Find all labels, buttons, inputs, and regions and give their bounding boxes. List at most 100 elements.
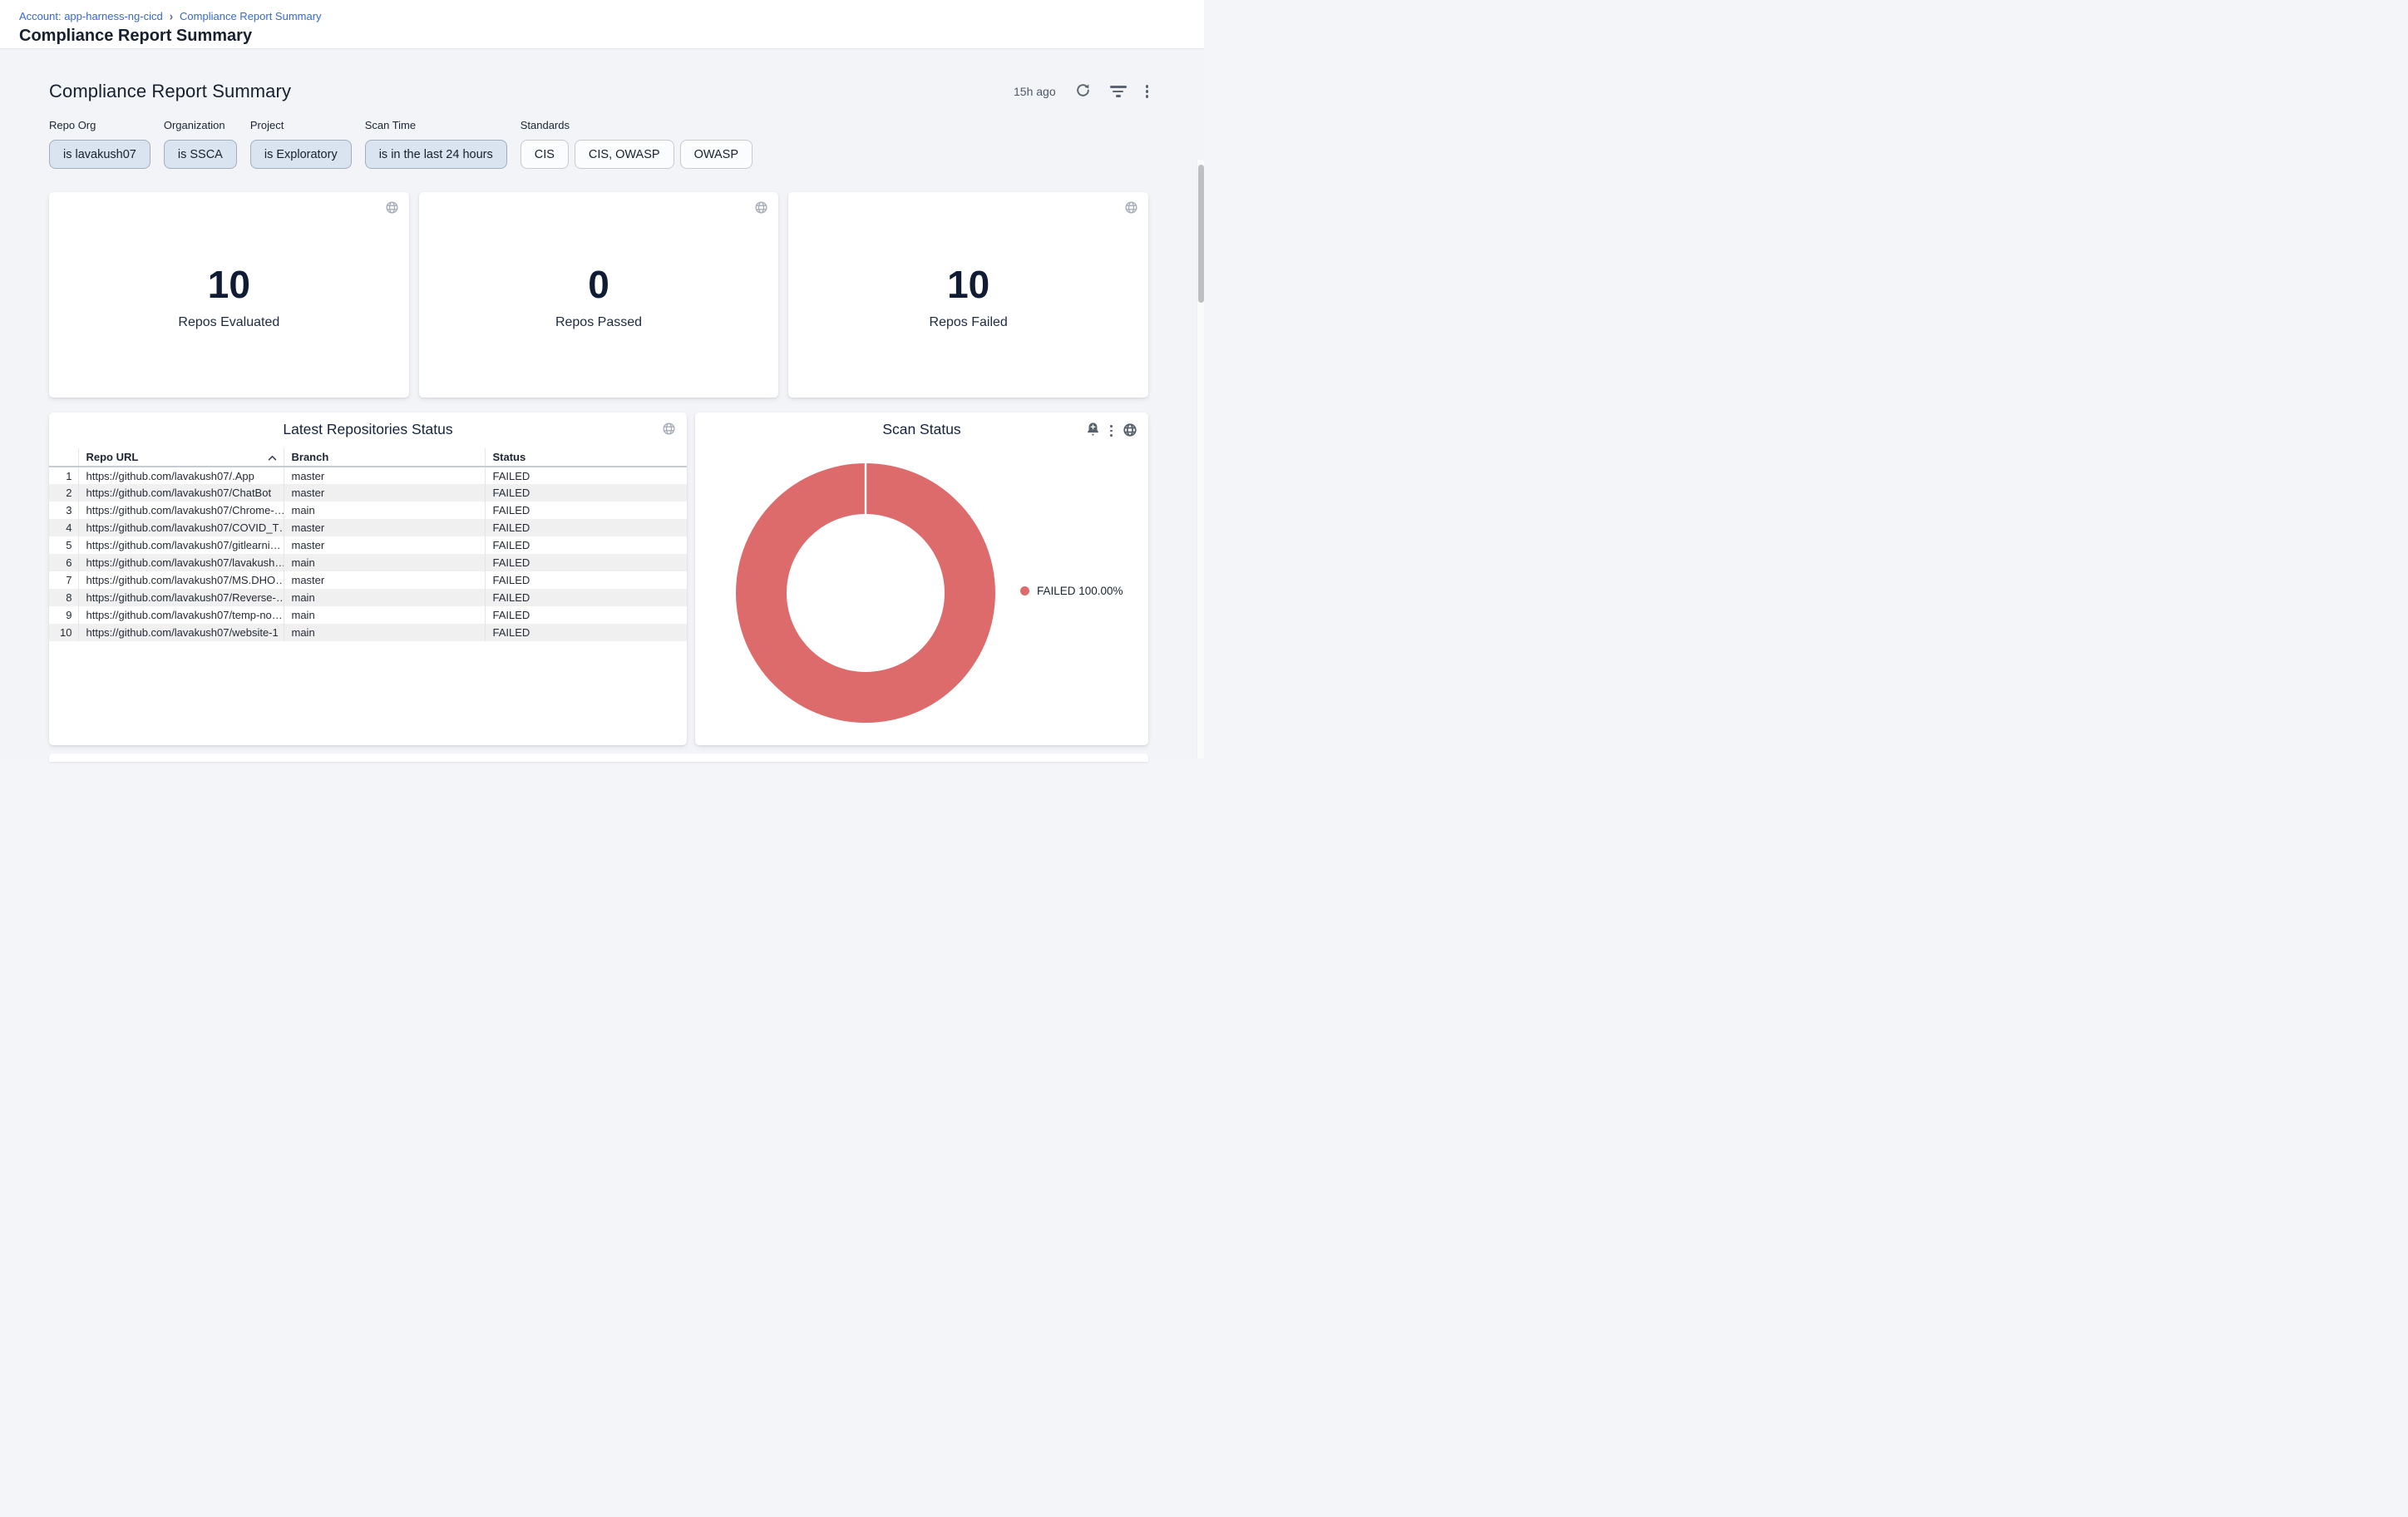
table-row: 2https://github.com/lavakush07/ChatBotma… — [49, 484, 687, 502]
sort-asc-icon — [268, 451, 277, 463]
scan-status-title: Scan Status — [695, 413, 1148, 438]
globe-icon — [754, 200, 768, 217]
filter-chip[interactable]: is SSCA — [164, 140, 237, 169]
latest-repositories-panel: Latest Repositories Status Repo URL — [49, 413, 687, 745]
status-cell: FAILED — [485, 571, 687, 589]
vertical-scrollbar[interactable] — [1197, 160, 1204, 758]
row-number: 1 — [49, 467, 78, 484]
kebab-menu-icon — [1110, 425, 1113, 437]
column-header-status[interactable]: Status — [485, 448, 687, 467]
row-number: 3 — [49, 502, 78, 519]
breadcrumb: Account: app-harness-ng-cicd › Complianc… — [19, 10, 1204, 22]
status-cell: FAILED — [485, 502, 687, 519]
legend-item-failed[interactable]: FAILED 100.00% — [1020, 585, 1123, 597]
column-header-repo-url[interactable]: Repo URL — [78, 448, 284, 467]
table-row: 4https://github.com/lavakush07/COVID_T…m… — [49, 519, 687, 536]
row-number: 4 — [49, 519, 78, 536]
repo-url-cell: https://github.com/lavakush07/temp-no… — [78, 606, 284, 624]
repo-url-cell: https://github.com/lavakush07/MS.DHO… — [78, 571, 284, 589]
scan-explore-button[interactable] — [1123, 422, 1137, 440]
row-number: 8 — [49, 589, 78, 606]
filter-label: Organization — [164, 119, 237, 131]
repositories-table: Repo URL Branch Status 1https://github.c… — [49, 448, 687, 641]
table-row: 10https://github.com/lavakush07/website-… — [49, 624, 687, 641]
branch-cell: main — [284, 502, 485, 519]
chevron-right-icon: › — [170, 9, 173, 23]
globe-icon — [1124, 200, 1138, 217]
row-number: 2 — [49, 484, 78, 502]
filter-label: Project — [250, 119, 352, 131]
globe-icon — [1123, 422, 1137, 440]
standards-option-chip[interactable]: CIS, OWASP — [575, 140, 674, 169]
filter-chip[interactable]: is lavakush07 — [49, 140, 150, 169]
filter-group: Repo Orgis lavakush07 — [49, 119, 150, 169]
filter-chip[interactable]: is in the last 24 hours — [365, 140, 507, 169]
stat-explore-button[interactable] — [385, 200, 399, 217]
stat-card: 0Repos Passed — [419, 192, 779, 398]
stat-label: Repos Failed — [788, 315, 1148, 330]
row-number: 5 — [49, 536, 78, 554]
repo-url-cell: https://github.com/lavakush07/Reverse-… — [78, 589, 284, 606]
page-title: Compliance Report Summary — [19, 27, 1204, 46]
stat-label: Repos Evaluated — [49, 315, 409, 330]
more-options-button[interactable] — [1146, 85, 1148, 98]
bell-plus-icon — [1086, 422, 1100, 440]
stat-card: 10Repos Failed — [788, 192, 1148, 398]
status-cell: FAILED — [485, 606, 687, 624]
scan-more-options-button[interactable] — [1110, 425, 1113, 437]
filter-icon — [1110, 86, 1127, 97]
filter-chip[interactable]: is Exploratory — [250, 140, 352, 169]
table-explore-button[interactable] — [662, 422, 676, 438]
globe-icon — [662, 422, 676, 438]
filter-label: Scan Time — [365, 119, 507, 131]
table-header-row: Repo URL Branch Status — [49, 448, 687, 467]
repo-url-header-label: Repo URL — [86, 451, 139, 463]
stat-value: 0 — [419, 265, 779, 304]
column-header-branch[interactable]: Branch — [284, 448, 485, 467]
refresh-button[interactable] — [1075, 82, 1091, 101]
scrollbar-thumb[interactable] — [1198, 165, 1204, 303]
row-number: 9 — [49, 606, 78, 624]
branch-cell: main — [284, 589, 485, 606]
breadcrumb-account-link[interactable]: Account: app-harness-ng-cicd — [19, 10, 163, 22]
legend-label: FAILED 100.00% — [1037, 585, 1123, 597]
standards-option-chip[interactable]: CIS — [521, 140, 569, 169]
filter-label: Standards — [521, 119, 752, 131]
table-row: 1https://github.com/lavakush07/.Appmaste… — [49, 467, 687, 484]
filter-group-standards: Standards CISCIS, OWASPOWASP — [521, 119, 752, 169]
repo-url-cell: https://github.com/lavakush07/ChatBot — [78, 484, 284, 502]
standards-option-chip[interactable]: OWASP — [680, 140, 752, 169]
stat-explore-button[interactable] — [1124, 200, 1138, 217]
filter-group: Organization is SSCA — [164, 119, 237, 169]
branch-cell: master — [284, 571, 485, 589]
status-cell: FAILED — [485, 554, 687, 571]
globe-icon — [385, 200, 399, 217]
table-row: 3https://github.com/lavakush07/Chrome-…m… — [49, 502, 687, 519]
repo-url-cell: https://github.com/lavakush07/lavakush… — [78, 554, 284, 571]
filter-group: Scan Time is in the last 24 hours — [365, 119, 507, 169]
repo-url-cell: https://github.com/lavakush07/COVID_T… — [78, 519, 284, 536]
filter-button[interactable] — [1110, 86, 1127, 97]
last-refreshed-label: 15h ago — [1014, 85, 1056, 98]
app-header: Account: app-harness-ng-cicd › Complianc… — [0, 0, 1204, 49]
repo-url-cell: https://github.com/lavakush07/Chrome-… — [78, 502, 284, 519]
breadcrumb-current-link[interactable]: Compliance Report Summary — [180, 10, 322, 22]
status-cell: FAILED — [485, 467, 687, 484]
table-row: 7https://github.com/lavakush07/MS.DHO…ma… — [49, 571, 687, 589]
row-number-header — [49, 448, 78, 467]
status-cell: FAILED — [485, 536, 687, 554]
branch-cell: main — [284, 554, 485, 571]
branch-cell: master — [284, 519, 485, 536]
branch-cell: master — [284, 467, 485, 484]
row-number: 7 — [49, 571, 78, 589]
alert-bell-button[interactable] — [1086, 422, 1100, 440]
filters-row: Repo Orgis lavakush07 Organization is SSCA… — [49, 119, 1148, 169]
stat-value: 10 — [49, 265, 409, 304]
filter-group: Project is Exploratory — [250, 119, 352, 169]
scan-status-panel: Scan Status — [695, 413, 1148, 745]
stat-explore-button[interactable] — [754, 200, 768, 217]
table-panel-title: Latest Repositories Status — [49, 413, 687, 438]
kebab-menu-icon — [1146, 85, 1148, 98]
scan-status-donut-chart[interactable] — [736, 463, 995, 723]
dashboard-actions: 15h ago — [1014, 82, 1148, 101]
